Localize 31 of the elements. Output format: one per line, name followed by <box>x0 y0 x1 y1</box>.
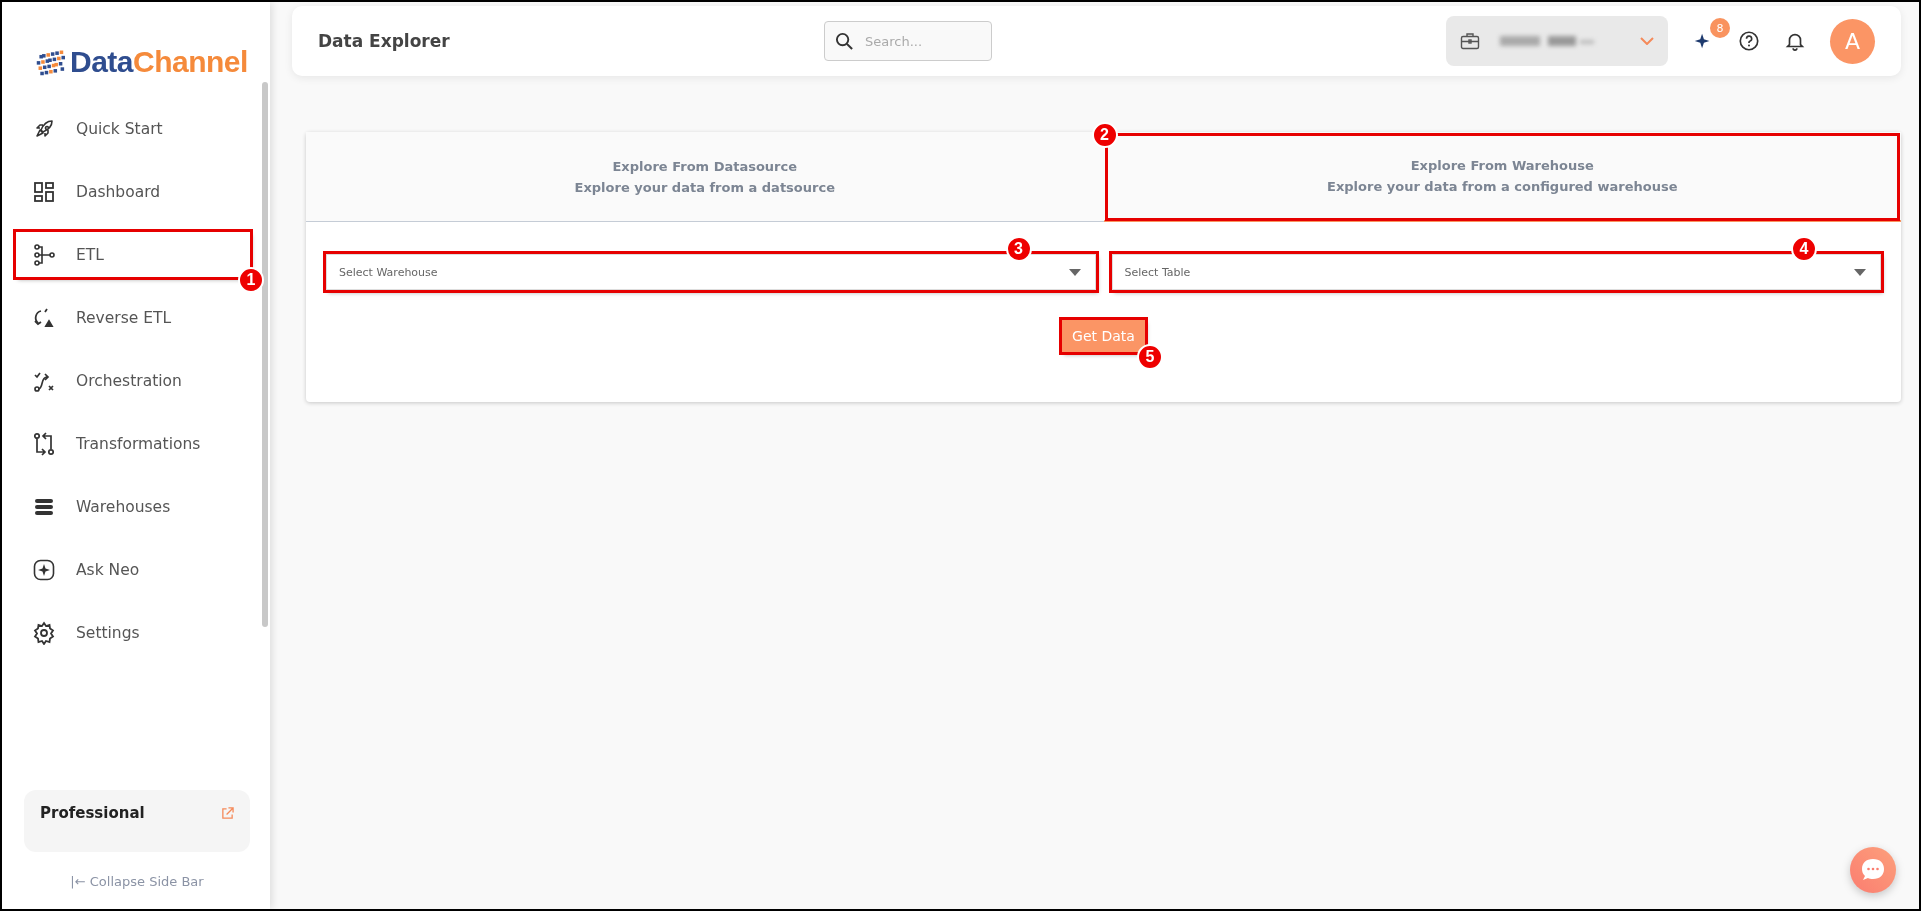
briefcase-icon <box>1460 32 1480 50</box>
sidebar-item[interactable]: Reverse ETL <box>16 295 250 340</box>
swap-icon <box>32 431 56 456</box>
sidebar-item[interactable]: Dashboard <box>16 169 250 214</box>
plan-label: Professional <box>40 804 145 822</box>
help-icon[interactable] <box>1738 30 1760 52</box>
branch-icon <box>32 242 56 267</box>
step-marker: 3 <box>1005 236 1032 262</box>
sidebar-item[interactable]: Quick Start <box>16 106 250 151</box>
sparkle-icon <box>32 557 56 582</box>
chevron-down-icon <box>1640 37 1654 45</box>
search-field[interactable]: Search... <box>824 21 992 61</box>
dropdown-caret-icon <box>1068 268 1081 276</box>
step-marker: 2 <box>1091 122 1118 148</box>
select-dropdown[interactable]: Select Warehouse <box>326 254 1096 290</box>
sidebar-item[interactable]: Orchestration <box>16 358 250 403</box>
step-marker: 1 <box>238 267 264 293</box>
search-icon <box>835 32 854 51</box>
sidebar-item[interactable]: Warehouses <box>16 484 250 529</box>
grid-icon <box>32 179 56 204</box>
notification-badge: 8 <box>1710 18 1730 38</box>
gear-icon <box>32 620 56 645</box>
sidebar-item[interactable]: Settings <box>16 610 250 655</box>
sidebar-item[interactable]: Transformations <box>16 421 250 466</box>
sidebar-item[interactable]: Ask Neo <box>16 547 250 592</box>
select-dropdown[interactable]: Select Table <box>1111 254 1881 290</box>
page-title: Data Explorer <box>318 31 451 51</box>
step-marker: 5 <box>1136 344 1163 370</box>
dropdown-caret-icon <box>1854 268 1866 276</box>
logo-text: DataChannel <box>70 45 248 79</box>
step-marker: 4 <box>1791 236 1817 262</box>
